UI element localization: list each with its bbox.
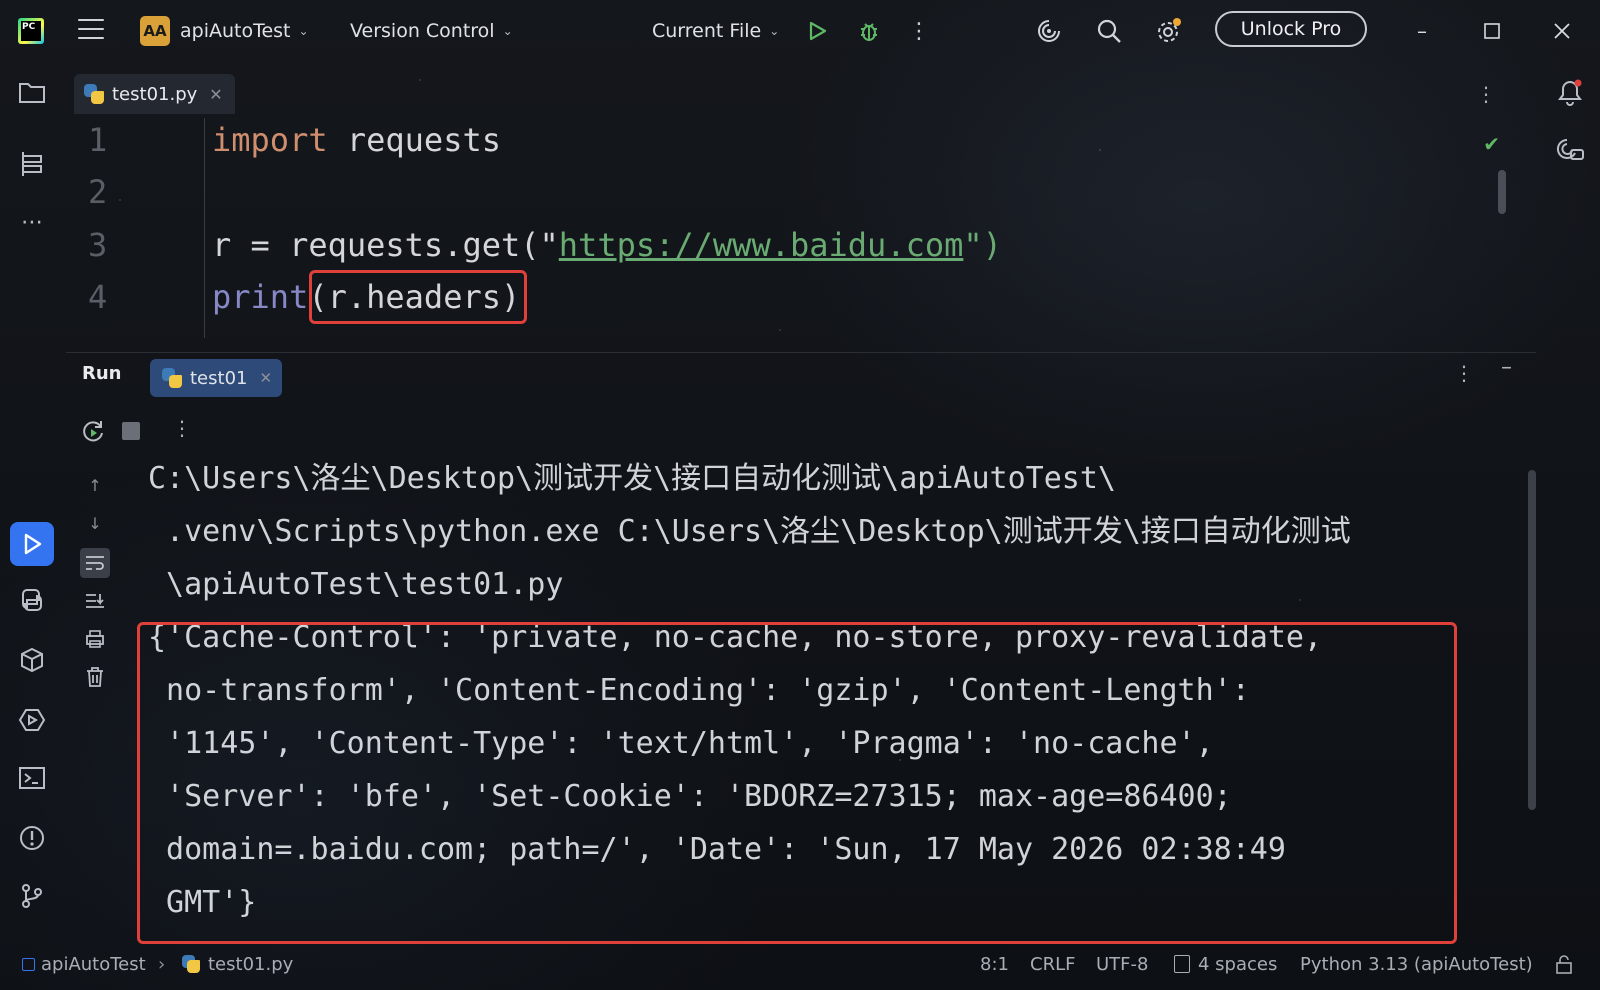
close-tab-icon[interactable]: ✕ <box>259 369 272 387</box>
right-tool-strip <box>1540 62 1600 942</box>
breadcrumb-file-label: test01.py <box>208 954 294 975</box>
project-badge[interactable]: AA <box>140 16 170 46</box>
console-line: C:\Users\洛尘\Desktop\测试开发\接口自动化测试\apiAuto… <box>148 461 1116 496</box>
editor-tab-label: test01.py <box>112 83 198 105</box>
status-bar: apiAutoTest › test01.py 8:1 CRLF UTF-8 4… <box>0 942 1600 990</box>
run-panel-label: Run <box>82 363 122 384</box>
editor-scrollbar[interactable] <box>1498 170 1506 214</box>
ai-assistant-icon[interactable] <box>1032 14 1066 48</box>
console-line: \apiAutoTest\test01.py <box>148 567 564 602</box>
chevron-down-icon: ⌄ <box>502 24 513 38</box>
python-file-icon <box>182 955 200 973</box>
run-panel-header: Run test01 ✕ ⋮ – <box>66 352 1536 397</box>
run-tab-label: test01 <box>190 367 248 389</box>
stop-icon[interactable] <box>122 422 140 440</box>
soft-wrap-icon[interactable] <box>80 548 110 578</box>
line-number: 4 <box>88 278 108 316</box>
run-icon[interactable] <box>800 14 834 48</box>
search-icon[interactable] <box>1092 14 1126 48</box>
left-tool-strip: ⋯ <box>0 62 62 942</box>
structure-icon[interactable] <box>16 148 48 180</box>
vcs-menu[interactable]: Version Control ⌄ <box>350 14 513 48</box>
breadcrumb-project[interactable]: apiAutoTest <box>22 954 146 975</box>
module-icon <box>22 958 35 971</box>
highlight-box-output <box>137 622 1457 944</box>
notifications-icon[interactable] <box>1554 76 1586 108</box>
indent-setting[interactable]: 4 spaces <box>1174 954 1277 975</box>
line-number: 3 <box>88 226 108 264</box>
code-editor[interactable]: test01.py ✕ ⋮ ✔ 1 import requests 2 3 r … <box>66 70 1536 340</box>
rerun-icon[interactable] <box>80 418 106 448</box>
indent-icon <box>1174 955 1190 973</box>
print-icon[interactable] <box>80 624 110 654</box>
python-console-icon[interactable] <box>16 584 48 616</box>
chevron-down-icon: ⌄ <box>769 24 780 38</box>
python-file-icon <box>84 84 104 104</box>
console-scrollbar[interactable] <box>1528 470 1536 810</box>
folder-icon[interactable] <box>16 76 48 108</box>
file-encoding[interactable]: UTF-8 <box>1096 954 1148 975</box>
line-number: 1 <box>88 121 108 159</box>
unlock-pro-button[interactable]: Unlock Pro <box>1215 11 1367 47</box>
breadcrumb-file[interactable]: test01.py <box>182 954 293 975</box>
run-toolbar: ⋮ <box>80 414 200 454</box>
run-config-label: Current File <box>652 20 762 42</box>
breadcrumb-project-label: apiAutoTest <box>41 954 146 975</box>
hide-panel-icon[interactable]: – <box>1501 355 1512 380</box>
project-name: apiAutoTest <box>180 20 291 42</box>
lock-icon[interactable] <box>1554 954 1574 979</box>
url-string[interactable]: https://www.baidu.com <box>559 226 964 264</box>
line-separator[interactable]: CRLF <box>1030 954 1075 975</box>
code-text: requests <box>327 121 501 159</box>
scroll-up-icon[interactable]: ↑ <box>80 470 110 500</box>
highlight-box-headers <box>309 270 527 324</box>
project-selector[interactable]: apiAutoTest ⌄ <box>180 14 309 48</box>
run-more-icon[interactable]: ⋮ <box>1454 361 1474 385</box>
console-gutter: ↑ ↓ <box>76 470 116 710</box>
close-tab-icon[interactable]: ✕ <box>209 85 222 104</box>
services-icon[interactable] <box>16 704 48 736</box>
python-packages-icon[interactable] <box>16 644 48 676</box>
pycharm-logo-icon[interactable] <box>18 18 44 44</box>
trash-icon[interactable] <box>80 662 110 692</box>
chevron-down-icon: ⌄ <box>298 24 309 38</box>
indent-guide <box>204 118 205 338</box>
close-icon[interactable] <box>1542 14 1582 48</box>
run-config-selector[interactable]: Current File ⌄ <box>652 14 779 48</box>
minimize-icon[interactable]: – <box>1402 14 1442 48</box>
scroll-down-icon[interactable]: ↓ <box>80 508 110 538</box>
settings-icon[interactable] <box>1152 14 1186 48</box>
scroll-to-end-icon[interactable] <box>80 586 110 616</box>
console-line: .venv\Scripts\python.exe C:\Users\洛尘\Des… <box>148 514 1351 549</box>
keyword-import: import <box>212 121 328 159</box>
editor-tab-test01[interactable]: test01.py ✕ <box>74 74 235 114</box>
builtin-print: print <box>212 278 309 316</box>
ai-chat-icon[interactable] <box>1554 134 1586 166</box>
code-text: ") <box>963 226 1002 264</box>
code-text: r = requests.get(" <box>212 226 559 264</box>
line-number: 2 <box>88 173 108 211</box>
python-interpreter[interactable]: Python 3.13 (apiAutoTest) <box>1300 954 1533 975</box>
more-tools-icon[interactable]: ⋯ <box>16 206 48 238</box>
terminal-icon[interactable] <box>16 762 48 794</box>
more-icon[interactable]: ⋮ <box>902 14 936 48</box>
run-toolbar-more-icon[interactable]: ⋮ <box>172 416 192 440</box>
git-icon[interactable] <box>16 880 48 912</box>
caret-position[interactable]: 8:1 <box>980 954 1009 975</box>
debug-icon[interactable] <box>852 14 886 48</box>
breadcrumb-separator-icon: › <box>158 954 166 975</box>
indent-label: 4 spaces <box>1198 954 1278 975</box>
run-tab-test01[interactable]: test01 ✕ <box>150 359 282 397</box>
editor-more-icon[interactable]: ⋮ <box>1476 82 1496 106</box>
run-tool-icon[interactable] <box>10 522 54 566</box>
python-file-icon <box>162 368 182 388</box>
vcs-label: Version Control <box>350 20 495 42</box>
problems-icon[interactable] <box>16 822 48 854</box>
hamburger-menu-icon[interactable] <box>78 19 104 41</box>
maximize-icon[interactable] <box>1472 14 1512 48</box>
title-bar: AA apiAutoTest ⌄ Version Control ⌄ Current… <box>0 0 1600 62</box>
no-problems-check-icon[interactable]: ✔ <box>1483 132 1500 156</box>
